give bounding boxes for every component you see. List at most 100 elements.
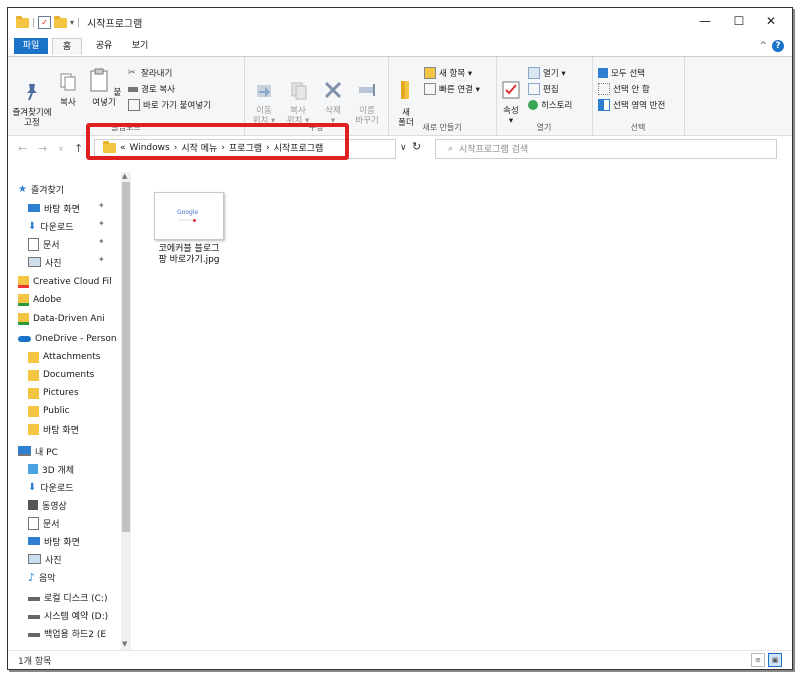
nav-item[interactable]: ⬇ 다운로드: [28, 480, 74, 494]
copy-path-button[interactable]: 경로 복사: [128, 83, 175, 95]
ribbon-tabs: 파일 홈 공유 보기 ^ ?: [8, 36, 792, 56]
pin-to-quick-access-button[interactable]: 즐겨찾기에 고정: [12, 71, 52, 128]
forward-arrow-icon[interactable]: →: [38, 142, 47, 155]
nav-item[interactable]: 시스템 예약 (D:): [28, 608, 108, 622]
nav-item[interactable]: Attachments: [28, 350, 100, 364]
copy-button[interactable]: 복사: [54, 71, 82, 108]
help-icon[interactable]: ?: [772, 40, 784, 52]
new-folder-button[interactable]: 새 폴더: [392, 67, 420, 128]
nav-item[interactable]: 문서: [28, 237, 60, 251]
nav-item[interactable]: 문서: [28, 516, 60, 530]
nav-item[interactable]: 사진: [28, 255, 62, 269]
easy-access-label: 빠른 연결 ▾: [439, 85, 480, 95]
nav-item-label: Attachments: [43, 352, 101, 362]
navigation-pane: ★ 즐겨찾기바탕 화면 ✦ ⬇ 다운로드 ✦ 문서 ✦ 사진 ✦ Creative Cloud Fi…: [8, 172, 121, 650]
document-icon: [28, 516, 39, 530]
pin-icon[interactable]: ✦: [98, 255, 105, 264]
nav-item[interactable]: 바탕 화면: [28, 201, 80, 215]
scroll-down-icon[interactable]: ▼: [122, 640, 127, 648]
nav-item-label: Documents: [43, 370, 95, 380]
details-view-icon[interactable]: ≡: [751, 653, 765, 667]
nav-item[interactable]: 3D 개체: [28, 462, 74, 476]
maximize-button[interactable]: ☐: [724, 14, 754, 28]
pin-icon[interactable]: ✦: [98, 237, 105, 246]
item-count: 1개 항목: [18, 657, 52, 667]
copy-to-button[interactable]: 복사 위치 ▾: [282, 69, 314, 126]
close-button[interactable]: ✕: [756, 14, 786, 28]
nav-item[interactable]: Data-Driven Ani: [18, 312, 105, 326]
nav-item[interactable]: 백업용 하드2 (E: [28, 626, 106, 640]
nav-item-label: 내 PC: [35, 447, 58, 458]
address-dropdown-icon[interactable]: ∨: [400, 143, 407, 153]
nav-item[interactable]: 내 PC: [18, 444, 58, 458]
nav-item[interactable]: Documents: [28, 368, 94, 382]
new-folder-icon[interactable]: [54, 15, 68, 28]
pin-icon[interactable]: ✦: [98, 201, 105, 210]
tab-home[interactable]: 홈: [52, 38, 82, 55]
select-none-button[interactable]: 선택 안 함: [598, 83, 650, 95]
nav-item[interactable]: ♪ 음악: [28, 570, 56, 584]
nav-item[interactable]: 바탕 화면: [28, 534, 80, 548]
nav-item-label: 즐겨찾기: [30, 185, 65, 196]
minimize-button[interactable]: —: [690, 14, 720, 28]
nav-item[interactable]: Pictures: [28, 386, 79, 400]
new-item-button[interactable]: 새 항목 ▾: [424, 67, 472, 79]
recent-locations-icon[interactable]: ∨: [58, 144, 64, 153]
scrollbar-thumb[interactable]: [122, 182, 130, 532]
tab-view[interactable]: 보기: [126, 38, 154, 54]
back-arrow-icon[interactable]: ←: [18, 142, 27, 155]
separator: |: [77, 17, 81, 28]
nav-item[interactable]: Creative Cloud Fil: [18, 275, 112, 289]
nav-item[interactable]: Public: [28, 404, 70, 418]
select-all-button[interactable]: 모두 선택: [598, 67, 645, 79]
paste-shortcut-button[interactable]: 바로 가기 붙여넣기: [128, 99, 211, 111]
search-icon: ⌕: [448, 143, 454, 154]
properties-button[interactable]: 속성 ▾: [498, 69, 524, 126]
search-input[interactable]: 시작프로그램 검색: [459, 142, 528, 155]
nav-item[interactable]: 동영상: [28, 498, 67, 512]
collapse-ribbon-icon[interactable]: ^: [759, 41, 767, 51]
nav-item[interactable]: 로컬 디스크 (C:): [28, 590, 107, 604]
rename-button[interactable]: 이름 바꾸기: [350, 69, 384, 126]
music-icon: ♪: [28, 570, 36, 584]
nav-scrollbar[interactable]: ▲ ▼: [121, 172, 131, 650]
scroll-up-icon[interactable]: ▲: [122, 172, 127, 180]
window-title: 시작프로그램: [87, 19, 143, 30]
properties-check-icon[interactable]: ✓: [38, 16, 52, 29]
desktop-icon: [28, 204, 40, 212]
history-button[interactable]: 히스토리: [528, 99, 572, 111]
nav-item[interactable]: Adobe: [18, 293, 61, 307]
nav-item[interactable]: ⬇ 다운로드: [28, 219, 74, 233]
nav-item[interactable]: 사진: [28, 552, 62, 566]
search-box[interactable]: ⌕ 시작프로그램 검색: [435, 139, 777, 159]
thumbnail-searchbar: [179, 219, 193, 221]
pin-icon[interactable]: ✦: [98, 219, 105, 228]
refresh-icon[interactable]: ↻: [412, 140, 421, 153]
large-icons-view-icon[interactable]: ▣: [768, 653, 782, 667]
nav-item[interactable]: ★ 즐겨찾기: [18, 182, 64, 196]
folder-icon: [28, 387, 39, 399]
pc-icon: [18, 446, 31, 456]
adobe-folder-icon: [18, 294, 29, 306]
edit-button[interactable]: 편집: [528, 83, 559, 95]
copy-label: 복사: [60, 98, 76, 108]
nav-item-label: Creative Cloud Fil: [33, 277, 112, 287]
paste-button[interactable]: 붙여넣기: [86, 67, 122, 108]
nav-item-label: 3D 개체: [42, 465, 75, 476]
tab-file[interactable]: 파일: [14, 38, 48, 54]
easy-access-button[interactable]: 빠른 연결 ▾: [424, 83, 480, 95]
open-button[interactable]: 열기 ▾: [528, 67, 566, 79]
edit-icon: [528, 83, 540, 95]
delete-button[interactable]: 삭제 ▾: [318, 69, 348, 126]
invert-selection-button[interactable]: 선택 영역 반전: [598, 99, 665, 111]
nav-item[interactable]: 바탕 화면: [28, 422, 79, 436]
tab-share[interactable]: 공유: [90, 38, 118, 54]
move-to-button[interactable]: 이동 위치 ▾: [248, 69, 280, 126]
file-item[interactable]: Google 코에커블 블로그 팡 바로가기.jpg: [150, 192, 228, 266]
folder-icon: [28, 405, 39, 417]
cut-button[interactable]: ✂ 잘라내기: [128, 67, 172, 79]
nav-item-label: Data-Driven Ani: [33, 314, 105, 324]
up-arrow-icon[interactable]: ↑: [74, 142, 83, 155]
nav-item[interactable]: OneDrive - Person: [18, 332, 117, 346]
quick-access-dropdown-icon[interactable]: ▾: [70, 18, 74, 27]
